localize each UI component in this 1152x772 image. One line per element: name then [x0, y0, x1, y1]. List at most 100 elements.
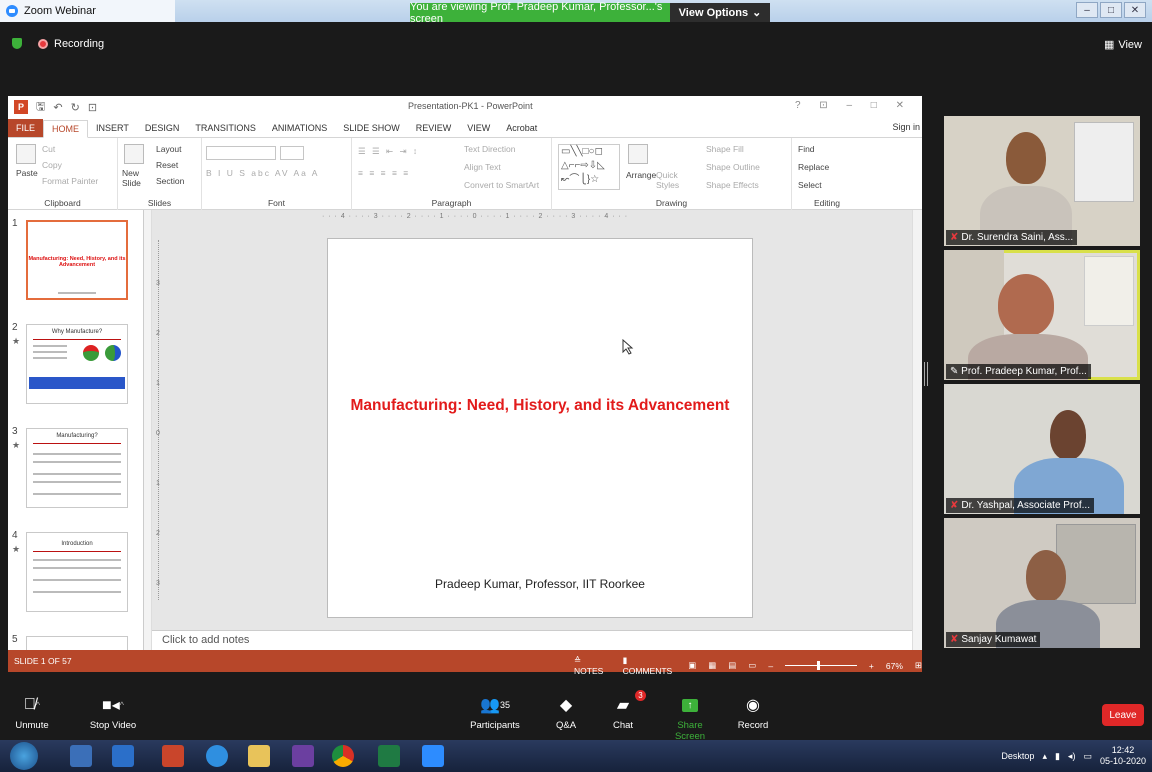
powerpoint-app-icon[interactable]: [162, 745, 184, 767]
undo-icon[interactable]: ↶: [53, 101, 62, 114]
stop-video-button[interactable]: ■◂ ^ Stop Video: [78, 692, 148, 731]
arrange-button[interactable]: Arrange: [626, 170, 656, 180]
volume-icon[interactable]: ◂): [1068, 751, 1076, 762]
thumbnails-scrollbar[interactable]: [144, 210, 152, 650]
show-hidden-icons-icon[interactable]: ▴: [1042, 751, 1047, 762]
zoom-in-icon[interactable]: +: [869, 661, 874, 671]
slide-thumbnail-4[interactable]: Introduction: [26, 532, 128, 612]
slide-thumbnail-2[interactable]: Why Manufacture?: [26, 324, 128, 404]
arrange-icon[interactable]: [628, 144, 648, 164]
chat-button[interactable]: ▰ 3 Chat: [606, 690, 646, 731]
zoom-level[interactable]: 67%: [886, 661, 903, 671]
tab-slide-show[interactable]: SLIDE SHOW: [335, 123, 408, 137]
tab-file[interactable]: FILE: [8, 119, 44, 137]
panel-resize-handle[interactable]: [924, 362, 928, 386]
network-icon[interactable]: ▮: [1055, 751, 1060, 762]
slide-title[interactable]: Manufacturing: Need, History, and its Ad…: [328, 397, 752, 415]
new-slide-icon[interactable]: [124, 144, 144, 164]
tab-design[interactable]: DESIGN: [137, 123, 188, 137]
notification-icon[interactable]: ▭: [1083, 751, 1092, 762]
winrar-app-icon[interactable]: [292, 745, 314, 767]
shape-effects-button[interactable]: Shape Effects: [706, 180, 759, 190]
current-slide[interactable]: Manufacturing: Need, History, and its Ad…: [327, 238, 753, 618]
tab-animations[interactable]: ANIMATIONS: [264, 123, 335, 137]
leave-button[interactable]: Leave: [1102, 704, 1144, 726]
reading-view-icon[interactable]: ▤: [728, 660, 736, 671]
notes-button[interactable]: ≙ NOTES: [574, 655, 611, 676]
slide-thumbnail-1[interactable]: Manufacturing: Need, History, and its Ad…: [26, 220, 128, 300]
participant-video-1[interactable]: ✘ Dr. Surendra Saini, Ass...: [944, 116, 1140, 246]
start-slideshow-icon[interactable]: ⊡: [88, 101, 97, 114]
shape-fill-button[interactable]: Shape Fill: [706, 144, 744, 154]
new-slide-button[interactable]: New Slide: [122, 168, 150, 188]
align-buttons[interactable]: ≡ ≡ ≡ ≡ ≡: [358, 168, 410, 178]
slide-subtitle[interactable]: Pradeep Kumar, Professor, IIT Roorkee: [328, 577, 752, 591]
close-button[interactable]: ✕: [1124, 2, 1146, 18]
maximize-button[interactable]: □: [1100, 2, 1122, 18]
participant-video-4[interactable]: ✘ Sanjay Kumawat: [944, 518, 1140, 648]
tab-home[interactable]: HOME: [43, 120, 89, 138]
share-screen-button[interactable]: ↑ Share Screen: [662, 692, 718, 742]
sign-in-link[interactable]: Sign in: [892, 122, 920, 132]
slideshow-view-icon[interactable]: ▭: [748, 660, 756, 671]
fit-slide-icon[interactable]: ⊞: [915, 660, 922, 671]
tab-view[interactable]: VIEW: [459, 123, 498, 137]
comments-button[interactable]: ▮ COMMENTS: [623, 655, 677, 676]
zoom-out-icon[interactable]: –: [768, 661, 773, 671]
clock[interactable]: 12:42 05-10-2020: [1100, 745, 1146, 767]
file-explorer-icon[interactable]: [248, 745, 270, 767]
ppt-window-controls[interactable]: ? ⊡ – □ ✕: [795, 100, 912, 111]
text-direction-button[interactable]: Text Direction: [464, 144, 516, 154]
quick-styles-button[interactable]: Quick Styles: [656, 170, 686, 190]
chrome-app-icon[interactable]: [332, 745, 354, 767]
select-button[interactable]: Select: [798, 180, 822, 190]
font-formatting-buttons[interactable]: B I U S abc AV Aa A: [206, 168, 319, 178]
find-button[interactable]: Find: [798, 144, 815, 154]
normal-view-icon[interactable]: ▣: [688, 660, 696, 671]
section-button[interactable]: Section: [156, 176, 184, 186]
convert-smartart-button[interactable]: Convert to SmartArt: [464, 180, 539, 190]
view-options-button[interactable]: View Options ⌄: [670, 3, 770, 22]
slide-thumbnails-pane[interactable]: 1 Manufacturing: Need, History, and its …: [8, 210, 144, 650]
paste-icon[interactable]: [16, 144, 36, 164]
tab-review[interactable]: REVIEW: [408, 123, 460, 137]
slide-thumbnail-5[interactable]: [26, 636, 128, 650]
zoom-app-icon[interactable]: [422, 745, 444, 767]
slide-scrollbar[interactable]: [912, 210, 922, 650]
copy-button[interactable]: Copy: [42, 160, 62, 170]
zoom-slider[interactable]: [785, 661, 857, 670]
start-button[interactable]: [10, 742, 38, 770]
tab-acrobat[interactable]: Acrobat: [498, 123, 545, 137]
replace-button[interactable]: Replace: [798, 162, 829, 172]
notes-pane[interactable]: Click to add notes: [152, 630, 912, 650]
slide-sorter-icon[interactable]: ▦: [708, 660, 716, 671]
shape-outline-button[interactable]: Shape Outline: [706, 162, 760, 172]
recording-indicator[interactable]: Recording: [38, 38, 104, 50]
reset-button[interactable]: Reset: [156, 160, 178, 170]
record-button[interactable]: ◉ Record: [736, 692, 770, 731]
participant-video-2[interactable]: ✎ Prof. Pradeep Kumar, Prof...: [944, 250, 1140, 380]
media-player-app-icon[interactable]: [112, 745, 134, 767]
paste-button[interactable]: Paste: [16, 168, 38, 178]
cut-button[interactable]: Cut: [42, 144, 55, 154]
excel-app-icon[interactable]: [378, 745, 400, 767]
font-size-input[interactable]: [280, 146, 304, 160]
tab-transitions[interactable]: TRANSITIONS: [187, 123, 264, 137]
list-buttons[interactable]: ☰ ☰ ⇤ ⇥ ↕: [358, 146, 419, 157]
redo-icon[interactable]: ↻: [71, 101, 80, 114]
font-name-input[interactable]: [206, 146, 276, 160]
view-button[interactable]: ▦ View: [1104, 38, 1142, 52]
save-icon[interactable]: 🖫: [36, 98, 45, 117]
layout-button[interactable]: Layout: [156, 144, 182, 154]
internet-explorer-icon[interactable]: [206, 745, 228, 767]
participant-video-3[interactable]: ✘ Dr. Yashpal, Associate Prof...: [944, 384, 1140, 514]
align-text-button[interactable]: Align Text: [464, 162, 501, 172]
calculator-app-icon[interactable]: [70, 745, 92, 767]
tab-insert[interactable]: INSERT: [88, 123, 137, 137]
shapes-gallery[interactable]: ▭╲╲□○◻ △⌐⌐⇨⇩◺ ↜⌒⎩}☆: [558, 144, 620, 190]
format-painter-button[interactable]: Format Painter: [42, 176, 98, 186]
desktop-toolbar[interactable]: Desktop: [1001, 751, 1034, 761]
unmute-button[interactable]: 🎙̸ ^ Unmute: [10, 692, 54, 731]
minimize-button[interactable]: –: [1076, 2, 1098, 18]
participants-button[interactable]: 👥 35 Participants: [466, 692, 524, 731]
